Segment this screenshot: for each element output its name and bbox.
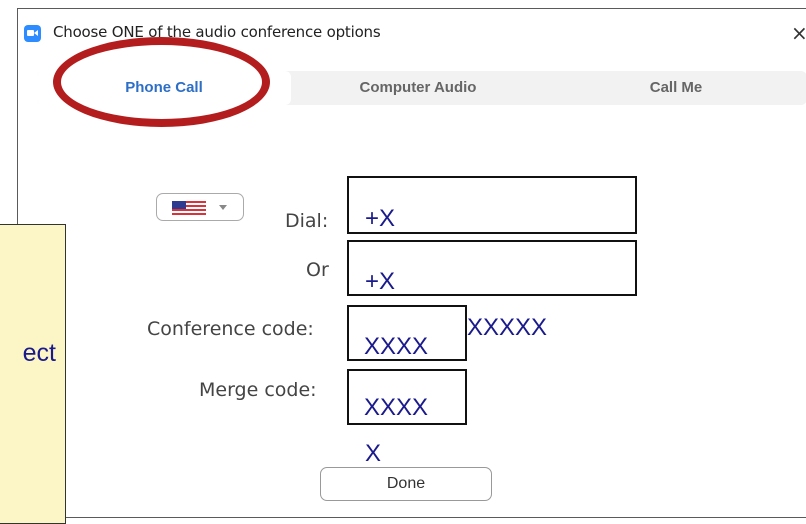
zoom-app-icon (24, 25, 41, 42)
merge-code-label: Merge code: (199, 379, 317, 401)
title-bar: Choose ONE of the audio conference optio… (18, 9, 806, 47)
instruction-callout: ect (0, 224, 66, 524)
merge-code-suffix: X (365, 440, 382, 467)
conference-code-suffix: XXXXX (467, 314, 548, 341)
callout-text: ect (22, 339, 56, 367)
dial-label: Dial: (285, 210, 329, 232)
flag-canton (172, 201, 186, 209)
audio-option-tabs: Phone Call Computer Audio Call Me (37, 71, 806, 105)
dial-number-value: +X (365, 205, 396, 232)
conference-code-label: Conference code: (147, 318, 314, 340)
conference-code-value: XXXX (364, 333, 429, 360)
tab-phone-call[interactable]: Phone Call (37, 71, 291, 105)
tab-call-me[interactable]: Call Me (545, 71, 806, 105)
tab-computer-audio[interactable]: Computer Audio (291, 71, 545, 105)
dialog-title: Choose ONE of the audio conference optio… (53, 23, 381, 41)
country-select[interactable] (156, 193, 244, 221)
done-button[interactable]: Done (320, 467, 492, 501)
alt-number-value: +X (365, 268, 396, 295)
close-icon[interactable]: × (791, 21, 806, 45)
chevron-down-icon (219, 205, 227, 210)
us-flag-icon (172, 201, 206, 216)
merge-code-value: XXXX (364, 394, 429, 421)
or-label: Or (306, 259, 329, 281)
